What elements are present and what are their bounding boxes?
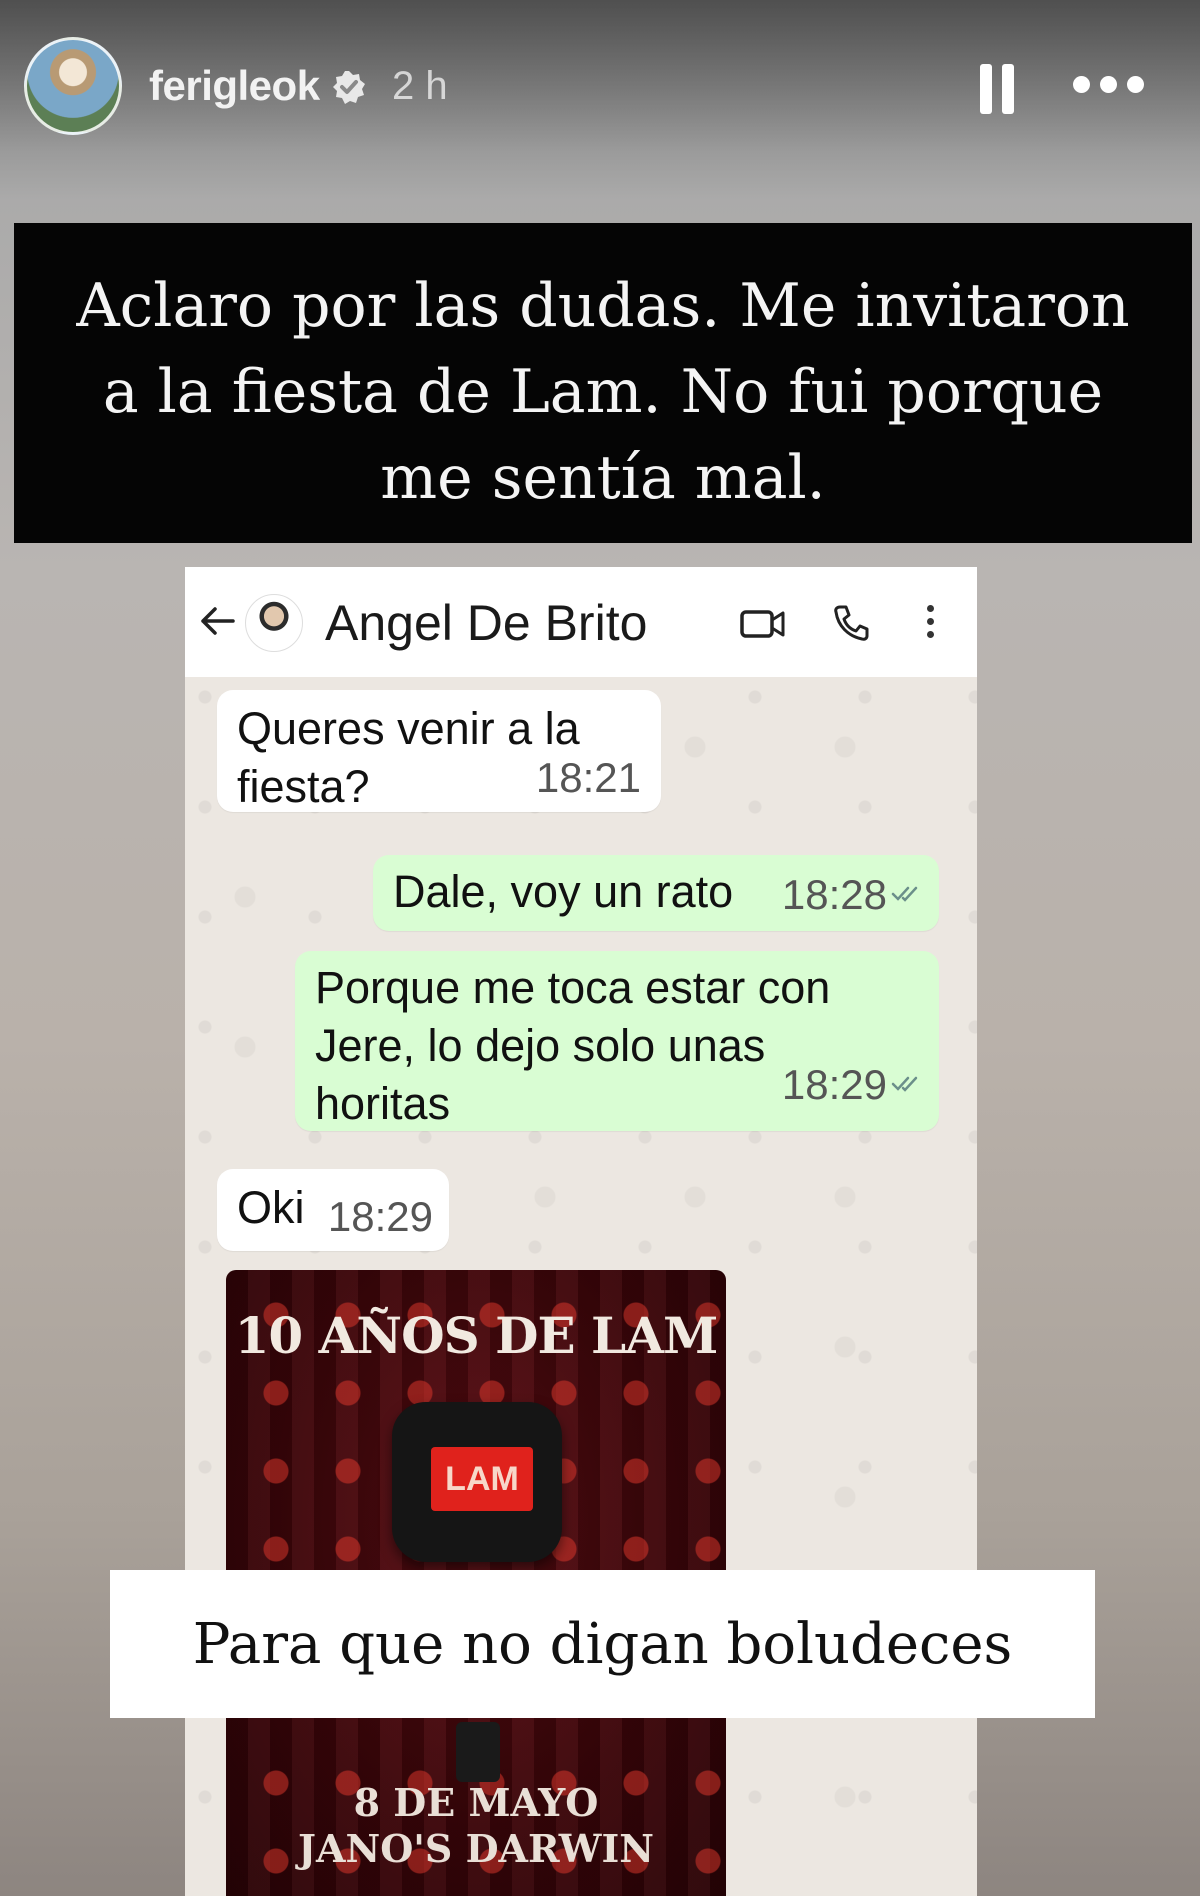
message-outgoing: Porque me toca estar con Jere, lo dejo s… (295, 951, 939, 1131)
caption-bottom-text: Para que no digan boludeces (192, 1611, 1013, 1677)
caption-top-text: Aclaro por las dudas. Me invitaron a la … (76, 271, 1130, 513)
pause-icon[interactable] (978, 64, 1018, 114)
contact-avatar[interactable] (245, 594, 303, 652)
story-username[interactable]: ferigleok (149, 62, 320, 110)
menu-dots-icon[interactable] (925, 605, 935, 641)
poster-venue: JANO'S DARWIN (298, 1826, 654, 1871)
profile-avatar[interactable] (24, 37, 122, 135)
read-ticks-icon (891, 886, 918, 902)
story-caption-bottom: Para que no digan boludeces (110, 1570, 1095, 1718)
message-time: 18:21 (535, 754, 641, 801)
read-ticks-icon (891, 1076, 918, 1092)
contact-name[interactable]: Angel De Brito (325, 594, 647, 652)
verified-badge-icon (333, 71, 365, 104)
message-time: 18:28 (781, 871, 887, 918)
more-options-icon[interactable] (1073, 76, 1145, 100)
message-time: 18:29 (327, 1193, 433, 1240)
message-incoming: Oki 18:29 (217, 1169, 449, 1251)
poster-title: 10 AÑOS DE LAM (234, 1306, 719, 1365)
mic-stem (456, 1722, 500, 1782)
mic-logo: LAM (431, 1447, 533, 1511)
message-time: 18:29 (781, 1061, 887, 1108)
poster-date: 8 DE MAYO JANO'S DARWIN (226, 1780, 726, 1872)
phone-icon[interactable] (831, 603, 871, 643)
chat-header: Angel De Brito (185, 567, 977, 677)
story-caption-top: Aclaro por las dudas. Me invitaron a la … (14, 223, 1192, 543)
poster-date-line1: 8 DE MAYO (353, 1780, 599, 1825)
story-time-ago: 2 h (392, 64, 448, 108)
microphone-icon: LAM (392, 1402, 562, 1562)
back-arrow-icon[interactable] (199, 605, 235, 637)
message-outgoing: Dale, voy un rato 18:28 (373, 855, 939, 931)
message-incoming: Queres venir a la fiesta? 18:21 (217, 690, 661, 812)
video-call-icon[interactable] (740, 609, 786, 639)
